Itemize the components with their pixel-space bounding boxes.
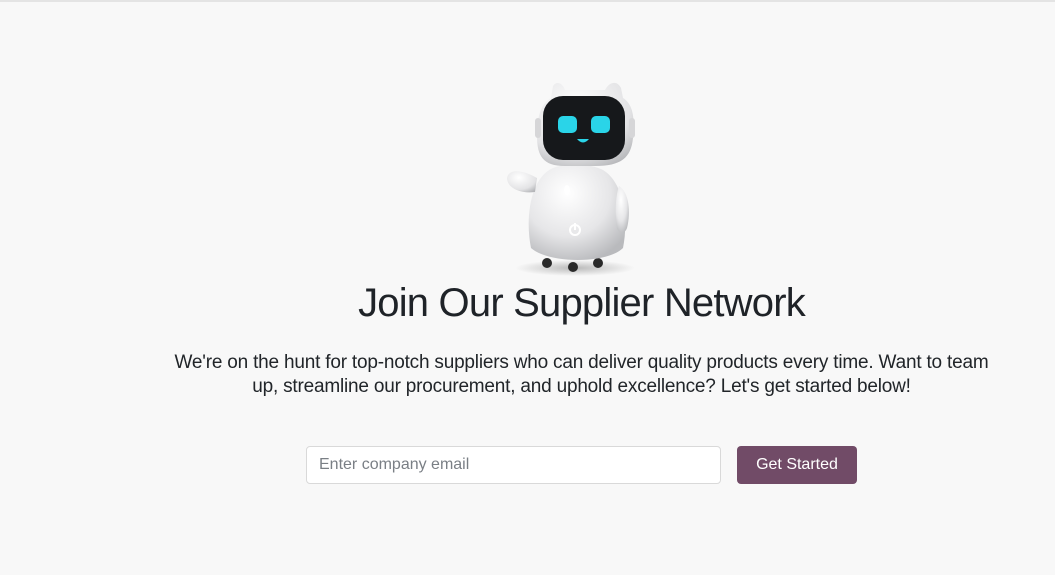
- signup-form: Get Started: [306, 446, 858, 484]
- waving-robot-icon: [507, 82, 635, 276]
- company-email-input[interactable]: [306, 446, 721, 484]
- page-title: Join Our Supplier Network: [358, 281, 806, 325]
- get-started-button[interactable]: Get Started: [737, 446, 857, 484]
- page-subtitle: We're on the hunt for top-notch supplier…: [174, 352, 989, 397]
- robot-illustration: [495, 78, 655, 278]
- top-border: [0, 0, 1055, 2]
